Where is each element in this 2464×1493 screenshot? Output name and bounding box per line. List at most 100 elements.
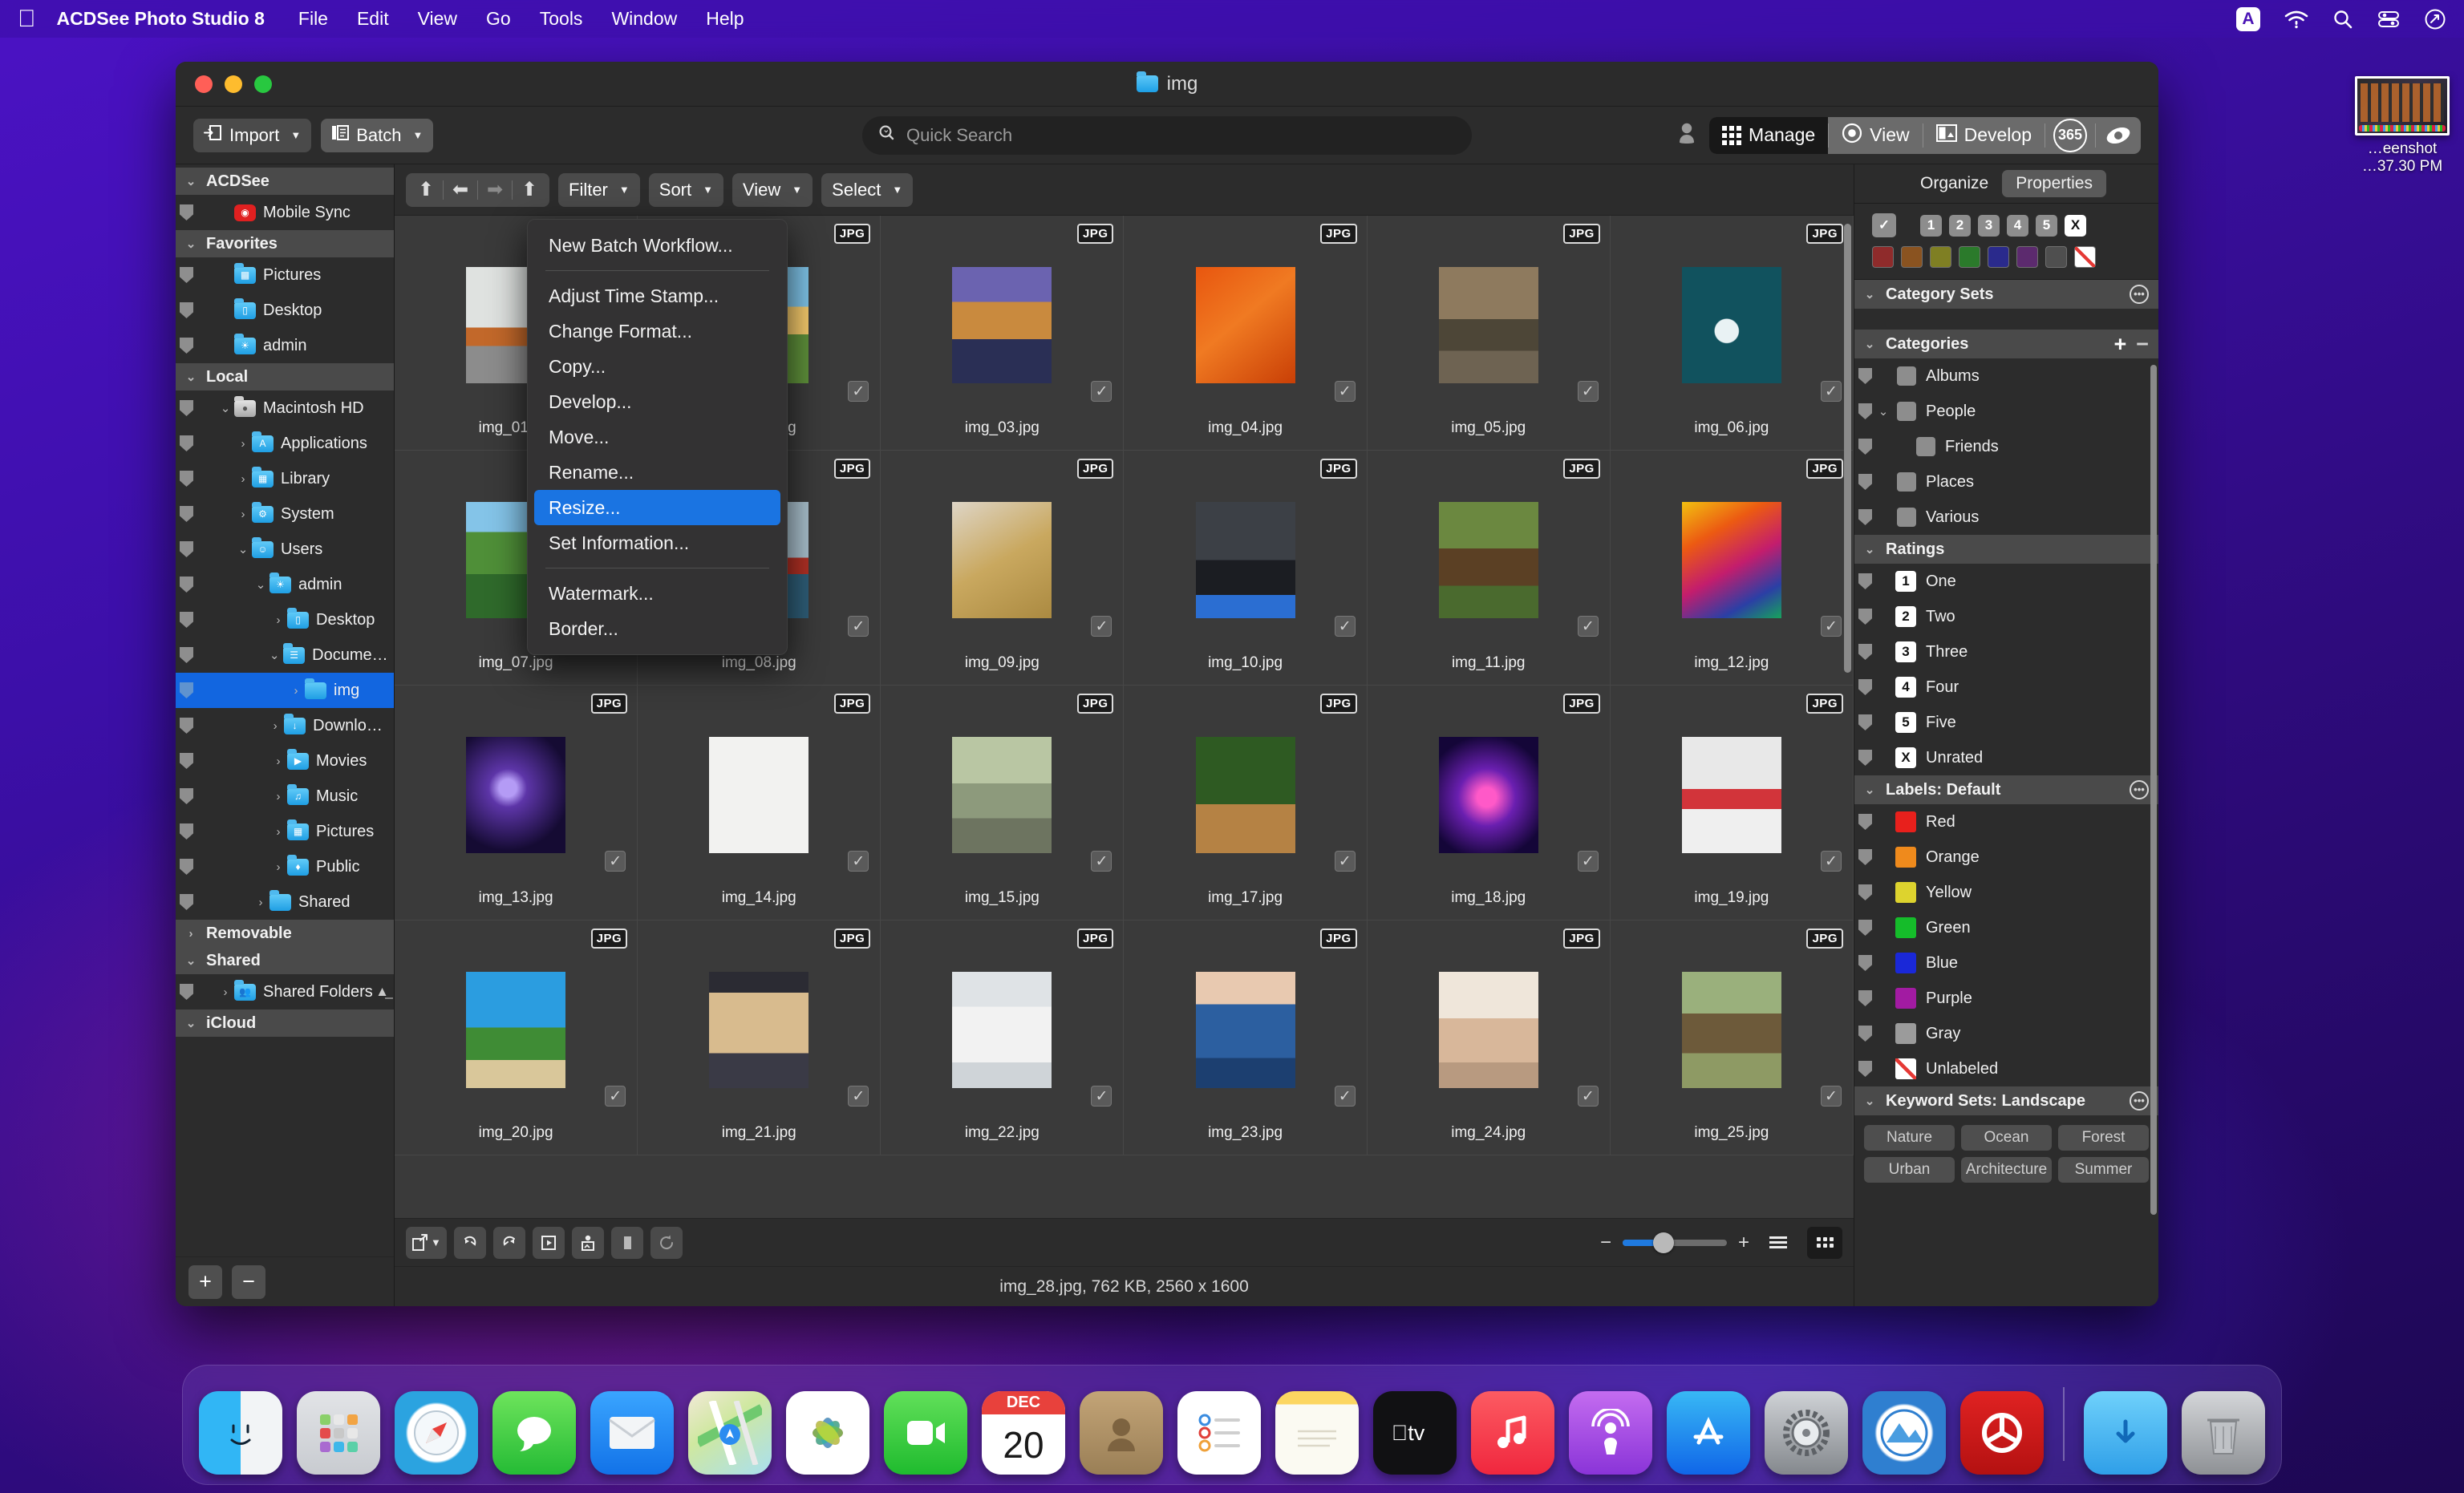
thumbnail-cell[interactable]: JPG✓img_13.jpg [395, 686, 638, 920]
select-checkbox[interactable]: ✓ [1091, 381, 1112, 402]
import-button[interactable]: Import ▼ [193, 119, 311, 152]
batch-dropdown-menu[interactable]: New Batch Workflow... Adjust Time Stamp..… [527, 219, 788, 655]
nav-up-icon[interactable]: ⬆ [409, 173, 443, 207]
menu-item-adjust-time-stamp[interactable]: Adjust Time Stamp... [528, 278, 787, 314]
panel-row-purple[interactable]: Purple [1854, 981, 2158, 1016]
section-header-category-sets[interactable]: ⌄Category Sets••• [1854, 280, 2158, 309]
dock-item-trash[interactable] [2182, 1391, 2265, 1475]
christmas-baubles-on-teal-tree[interactable] [1682, 267, 1781, 383]
dock-item-contacts[interactable] [1080, 1391, 1163, 1475]
dock-item-calendar[interactable]: DEC20 [982, 1391, 1065, 1475]
chevron-icon[interactable]: › [234, 437, 252, 451]
chevron-icon[interactable]: › [270, 860, 287, 874]
thumbnail-cell[interactable]: JPG✓img_19.jpg [1611, 686, 1854, 920]
quick-color-orange[interactable] [1901, 246, 1923, 268]
menu-item-rename[interactable]: Rename... [528, 455, 787, 490]
thumbnail-cell[interactable]: JPG✓img_11.jpg [1368, 451, 1611, 686]
tab-properties[interactable]: Properties [2002, 170, 2106, 197]
quick-rating-4[interactable]: 4 [2007, 215, 2028, 237]
keyword-chip-architecture[interactable]: Architecture [1961, 1157, 2052, 1183]
section-header-labels-default[interactable]: ⌄Labels: Default••• [1854, 775, 2158, 804]
panel-row-five[interactable]: 5Five [1854, 705, 2158, 740]
thumbnail-cell[interactable]: JPG✓img_24.jpg [1368, 920, 1611, 1155]
dock-item-finder[interactable] [199, 1391, 282, 1475]
menubar-item-window[interactable]: Window [611, 8, 677, 30]
chevron-icon[interactable]: ⌄ [265, 648, 283, 662]
control-center-icon[interactable] [2377, 10, 2400, 28]
thumbnail-cell[interactable]: JPG✓img_05.jpg [1368, 216, 1611, 451]
rotate-left-icon[interactable] [454, 1227, 486, 1259]
city-waterfront-at-dusk[interactable] [952, 267, 1052, 383]
select-checkbox[interactable]: ✓ [848, 1086, 869, 1107]
panel-row-unrated[interactable]: XUnrated [1854, 740, 2158, 775]
nav-forward-icon[interactable]: ➡ [478, 173, 512, 207]
chevron-icon[interactable]: ⌄ [234, 542, 252, 556]
child-by-window-curtain[interactable] [1439, 972, 1538, 1088]
select-checkbox[interactable]: ✓ [1091, 1086, 1112, 1107]
mode-view[interactable]: View [1829, 117, 1922, 154]
ellipsis-icon[interactable]: ••• [2130, 285, 2149, 304]
select-checkbox[interactable]: ✓ [1821, 616, 1842, 637]
tree-item-admin[interactable]: ⌄☀admin [176, 567, 394, 602]
menu-item-new-batch-workflow[interactable]: New Batch Workflow... [528, 228, 787, 263]
chevron-icon[interactable]: › [234, 472, 252, 486]
siri-icon[interactable] [2424, 8, 2446, 30]
thumbnail-cell[interactable]: JPG✓img_14.jpg [638, 686, 881, 920]
panel-row-red[interactable]: Red [1854, 804, 2158, 840]
purple-galaxy-nebula[interactable] [466, 737, 565, 853]
menu-item-develop[interactable]: Develop... [528, 384, 787, 419]
panel-row-friends[interactable]: Friends [1854, 429, 2158, 464]
menu-item-move[interactable]: Move... [528, 419, 787, 455]
keyword-chip-ocean[interactable]: Ocean [1961, 1125, 2052, 1151]
tree-group-acdsee[interactable]: ⌄ACDSee [176, 168, 394, 195]
select-checkbox[interactable]: ✓ [605, 1086, 626, 1107]
chevron-icon[interactable]: ⌄ [217, 401, 234, 415]
thumbnail-cell[interactable]: JPG✓img_18.jpg [1368, 686, 1611, 920]
tree-group-favorites[interactable]: ⌄Favorites [176, 230, 394, 257]
tree-item-desktop[interactable]: ›▯Desktop [176, 602, 394, 637]
thumbnail-cell[interactable]: JPG✓img_20.jpg [395, 920, 638, 1155]
dock-item-safari[interactable] [395, 1391, 478, 1475]
panel-row-blue[interactable]: Blue [1854, 945, 2158, 981]
tree-item-pictures[interactable]: ›▦Pictures [176, 814, 394, 849]
brown-bear-in-grass[interactable] [1439, 502, 1538, 618]
quick-color-unlabeled[interactable] [2074, 246, 2096, 268]
menubar-app-name[interactable]: ACDSee Photo Studio 8 [57, 8, 265, 30]
quick-color-yellow[interactable] [1930, 246, 1951, 268]
search-icon[interactable] [2332, 9, 2353, 30]
keyword-chip-nature[interactable]: Nature [1864, 1125, 1955, 1151]
dock-item-app-store[interactable] [1667, 1391, 1750, 1475]
thumbnail-cell[interactable]: JPG✓img_10.jpg [1124, 451, 1367, 686]
tree-group-removable[interactable]: ›Removable [176, 920, 394, 947]
tree-group-shared[interactable]: ⌄Shared [176, 947, 394, 974]
rotate-right-icon[interactable] [493, 1227, 525, 1259]
panel-row-two[interactable]: 2Two [1854, 599, 2158, 634]
select-checkbox[interactable]: ✓ [848, 851, 869, 872]
menubar-item-edit[interactable]: Edit [357, 8, 389, 30]
mode-manage[interactable]: Manage [1709, 117, 1828, 154]
keyboard-input-A-icon[interactable]: A [2236, 7, 2260, 31]
checkmark-icon[interactable]: ✓ [1872, 213, 1896, 237]
wifi-alert-icon[interactable] [2284, 10, 2308, 29]
badge-365[interactable]: 365 [2045, 117, 2095, 154]
tree-item-system[interactable]: ›⚙System [176, 496, 394, 532]
quick-rating-1[interactable]: 1 [1920, 215, 1942, 237]
dock-item-notes[interactable] [1275, 1391, 1359, 1475]
select-checkbox[interactable]: ✓ [1821, 381, 1842, 402]
refresh-icon[interactable] [650, 1227, 683, 1259]
ellipsis-icon[interactable]: ••• [2130, 780, 2149, 799]
select-button[interactable]: Select ▼ [821, 173, 913, 207]
dock-item-preview[interactable] [1862, 1391, 1946, 1475]
panel-row-orange[interactable]: Orange [1854, 840, 2158, 875]
vertical-scrollbar[interactable] [1844, 224, 1851, 673]
select-checkbox[interactable]: ✓ [1821, 1086, 1842, 1107]
chevron-icon[interactable]: › [270, 755, 287, 768]
chevron-icon[interactable]: › [266, 719, 284, 733]
view-button[interactable]: View ▼ [732, 173, 813, 207]
batch-button[interactable]: Batch ▼ [321, 119, 433, 152]
select-checkbox[interactable]: ✓ [1578, 381, 1599, 402]
menu-item-copy[interactable]: Copy... [528, 349, 787, 384]
quick-rating-2[interactable]: 2 [1949, 215, 1971, 237]
menu-item-watermark[interactable]: Watermark... [528, 576, 787, 611]
menu-item-set-information[interactable]: Set Information... [528, 525, 787, 560]
